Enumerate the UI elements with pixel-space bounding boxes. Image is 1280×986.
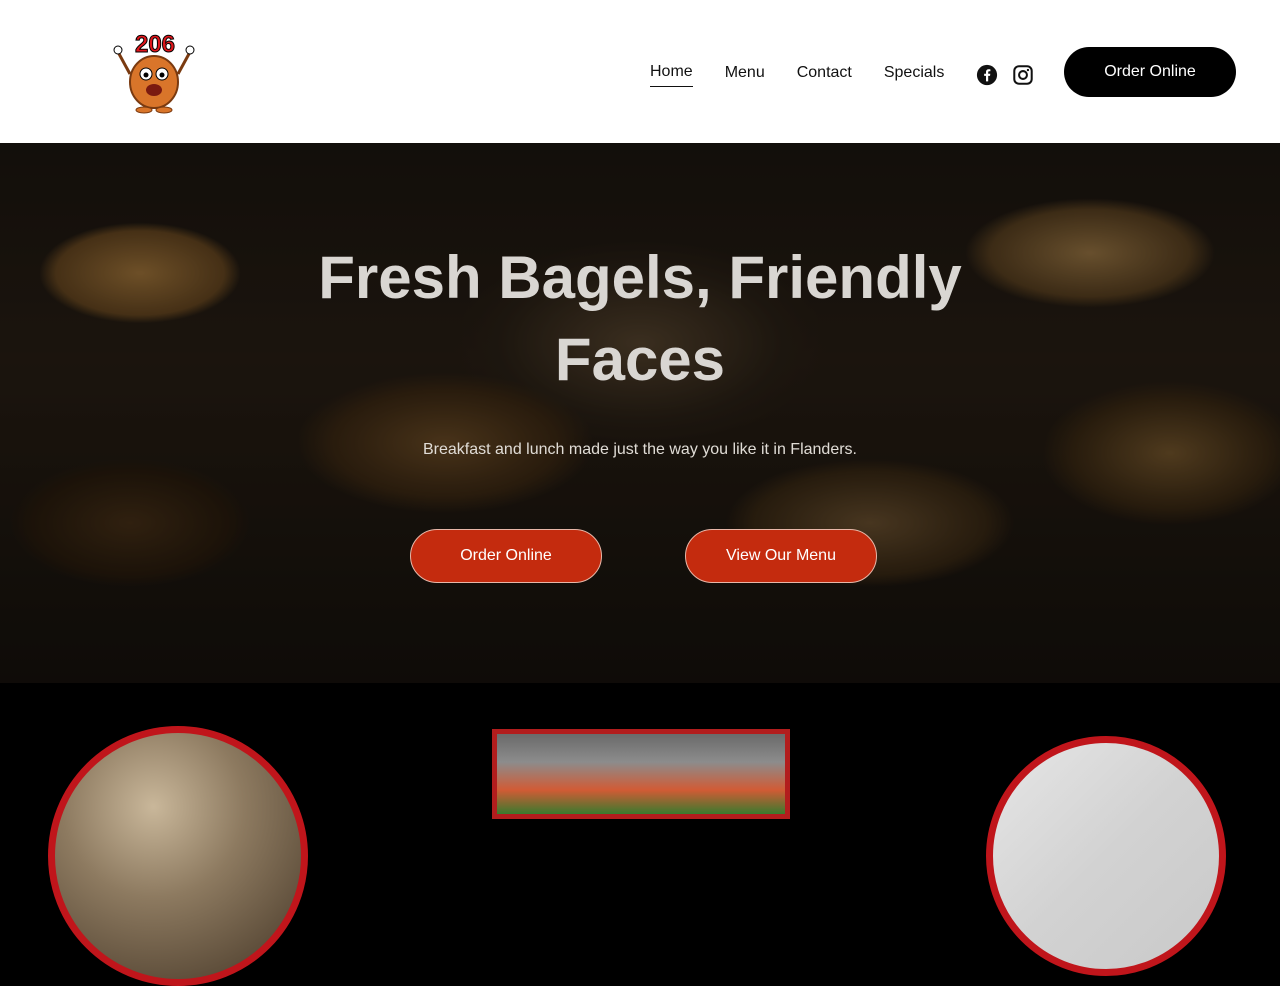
hero-subtitle: Breakfast and lunch made just the way yo… (423, 441, 857, 458)
nav-contact[interactable]: Contact (797, 63, 852, 87)
hero-section: Fresh Bagels, Friendly Faces Breakfast a… (0, 143, 1280, 683)
svg-text:206: 206 (135, 31, 175, 58)
bagels-photo (48, 726, 308, 986)
hero-order-online-button[interactable]: Order Online (410, 529, 602, 583)
social-links (976, 64, 1048, 86)
bagel-logo[interactable]: 206 (108, 30, 202, 114)
location-map[interactable] (986, 736, 1226, 976)
site-header: 206 Home Menu Contact Specials Order Onl… (0, 0, 1280, 143)
platter-photo (492, 729, 790, 819)
nav-menu[interactable]: Menu (725, 63, 765, 87)
main-nav: Home Menu Contact Specials (650, 62, 1048, 87)
view-menu-button[interactable]: View Our Menu (685, 529, 877, 583)
bagel-mascot-icon: 206 (113, 31, 195, 114)
facebook-icon[interactable] (976, 64, 998, 86)
nav-home[interactable]: Home (650, 62, 693, 87)
instagram-icon[interactable] (1012, 64, 1034, 86)
nav-specials[interactable]: Specials (884, 63, 944, 87)
hero-title: Fresh Bagels, Friendly Faces (318, 244, 962, 393)
order-online-button[interactable]: Order Online (1064, 47, 1236, 97)
